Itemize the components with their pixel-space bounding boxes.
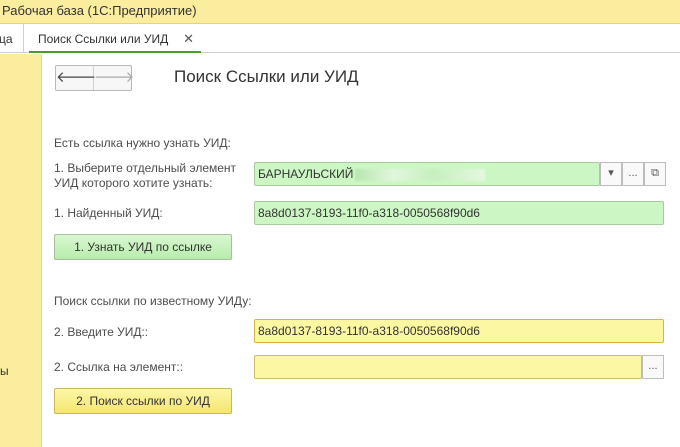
found-uid-field[interactable]: 8a8d0137-8193-11f0-a318-0050568f90d6	[254, 201, 664, 225]
element-label-line2: УИД которого хотите узнать:	[54, 176, 213, 190]
choose-button[interactable]: ...	[622, 162, 644, 186]
section2-heading: Поиск ссылки по известному УИДу:	[54, 294, 252, 308]
redacted-text	[355, 168, 486, 181]
found-uid-label: 1. Найденный УИД:	[54, 206, 163, 220]
section1-heading: Есть ссылка нужно узнать УИД:	[54, 136, 231, 150]
forward-arrow-icon[interactable]: 🡒	[94, 66, 134, 90]
window-title-bar: Рабочая база (1С:Предприятие)	[0, 0, 680, 24]
found-uid-value: 8a8d0137-8193-11f0-a318-0050568f90d6	[258, 206, 480, 220]
sidebar-text-fragment: ы	[0, 364, 9, 378]
element-link-label: 2. Ссылка на элемент::	[54, 360, 184, 374]
tab-label: Поиск Ссылки или УИД	[38, 32, 169, 46]
sidebar-panel: ы	[0, 54, 42, 447]
choose-link-button[interactable]: ...	[642, 355, 664, 379]
find-link-by-uid-button[interactable]: 2. Поиск ссылки по УИД	[54, 388, 232, 414]
back-arrow-icon[interactable]: 🡐	[56, 66, 96, 90]
uid-input-value: 8a8d0137-8193-11f0-a318-0050568f90d6	[258, 324, 480, 338]
get-uid-by-link-button[interactable]: 1. Узнать УИД по ссылке	[54, 234, 232, 260]
uid-input[interactable]: 8a8d0137-8193-11f0-a318-0050568f90d6	[254, 319, 664, 343]
navigation-buttons: 🡐 🡒	[55, 65, 134, 91]
tab-previous-label: ца	[0, 32, 13, 46]
chevron-down-icon[interactable]: ▾	[600, 162, 622, 186]
enter-uid-label: 2. Введите УИД::	[54, 325, 149, 339]
tab-previous[interactable]: ца	[0, 24, 24, 53]
window-title: Рабочая база (1С:Предприятие)	[2, 3, 197, 18]
element-label-line1: 1. Выберите отдельный элемент	[54, 161, 237, 175]
tab-bar: ца Поиск Ссылки или УИД ✕	[0, 24, 680, 53]
form-content: 🡐 🡒 Поиск Ссылки или УИД Есть ссылка нуж…	[43, 54, 680, 447]
element-select-field[interactable]: БАРНАУЛЬСКИЙ	[254, 162, 600, 186]
close-icon[interactable]: ✕	[183, 31, 194, 47]
element-select-value: БАРНАУЛЬСКИЙ	[258, 167, 354, 181]
element-link-field[interactable]	[254, 355, 642, 379]
page-title: Поиск Ссылки или УИД	[174, 67, 359, 86]
tab-search-link-or-uid[interactable]: Поиск Ссылки или УИД ✕	[29, 24, 201, 53]
open-icon[interactable]: ⧉	[644, 162, 666, 186]
